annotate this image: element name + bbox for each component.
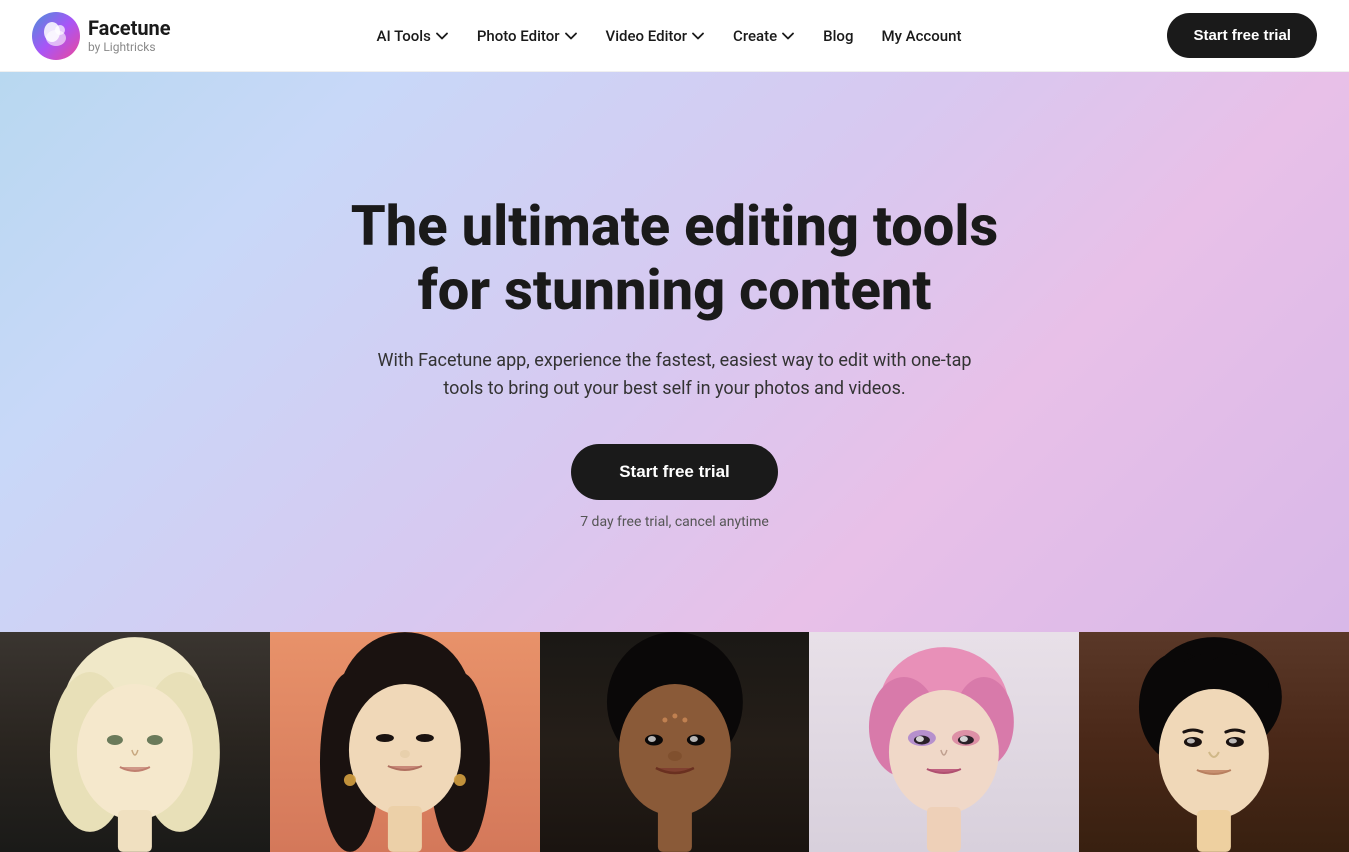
brand-name: Facetune bbox=[88, 16, 171, 40]
logo-icon[interactable] bbox=[32, 12, 80, 60]
photo-card-3 bbox=[540, 632, 810, 852]
nav-label-video-editor: Video Editor bbox=[606, 27, 687, 45]
navbar-right: Start free trial bbox=[1167, 13, 1317, 58]
hero-title: The ultimate editing tools for stunning … bbox=[351, 194, 998, 323]
photo-card-4 bbox=[809, 632, 1079, 852]
hero-cta-button[interactable]: Start free trial bbox=[571, 444, 778, 500]
nav-label-photo-editor: Photo Editor bbox=[477, 27, 560, 45]
brand-sub: by Lightricks bbox=[88, 40, 171, 54]
hero-section: The ultimate editing tools for stunning … bbox=[0, 72, 1349, 632]
logo-area: Facetune by Lightricks bbox=[32, 12, 171, 60]
chevron-down-icon bbox=[691, 29, 705, 43]
nav-item-blog[interactable]: Blog bbox=[811, 19, 865, 53]
nav-label-ai-tools: AI Tools bbox=[377, 27, 431, 45]
nav-item-video-editor[interactable]: Video Editor bbox=[594, 19, 717, 53]
photo-card-5 bbox=[1079, 632, 1349, 852]
chevron-down-icon bbox=[781, 29, 795, 43]
nav-item-my-account[interactable]: My Account bbox=[869, 19, 973, 53]
nav-label-blog: Blog bbox=[823, 27, 853, 45]
chevron-down-icon bbox=[435, 29, 449, 43]
nav-label-create: Create bbox=[733, 27, 777, 45]
hero-subtitle: With Facetune app, experience the fastes… bbox=[375, 347, 975, 405]
logo-text: Facetune by Lightricks bbox=[88, 16, 171, 54]
nav-cta-button[interactable]: Start free trial bbox=[1167, 13, 1317, 58]
chevron-down-icon bbox=[564, 29, 578, 43]
photo-card-1 bbox=[0, 632, 270, 852]
photo-card-2 bbox=[270, 632, 540, 852]
photos-row bbox=[0, 632, 1349, 852]
nav-item-ai-tools[interactable]: AI Tools bbox=[365, 19, 461, 53]
nav-label-my-account: My Account bbox=[881, 27, 961, 45]
hero-note: 7 day free trial, cancel anytime bbox=[580, 514, 769, 530]
navbar: Facetune by Lightricks AI Tools Photo Ed… bbox=[0, 0, 1349, 72]
nav-item-photo-editor[interactable]: Photo Editor bbox=[465, 19, 590, 53]
nav-item-create[interactable]: Create bbox=[721, 19, 807, 53]
nav-items: AI Tools Photo Editor Video Editor bbox=[365, 19, 974, 53]
